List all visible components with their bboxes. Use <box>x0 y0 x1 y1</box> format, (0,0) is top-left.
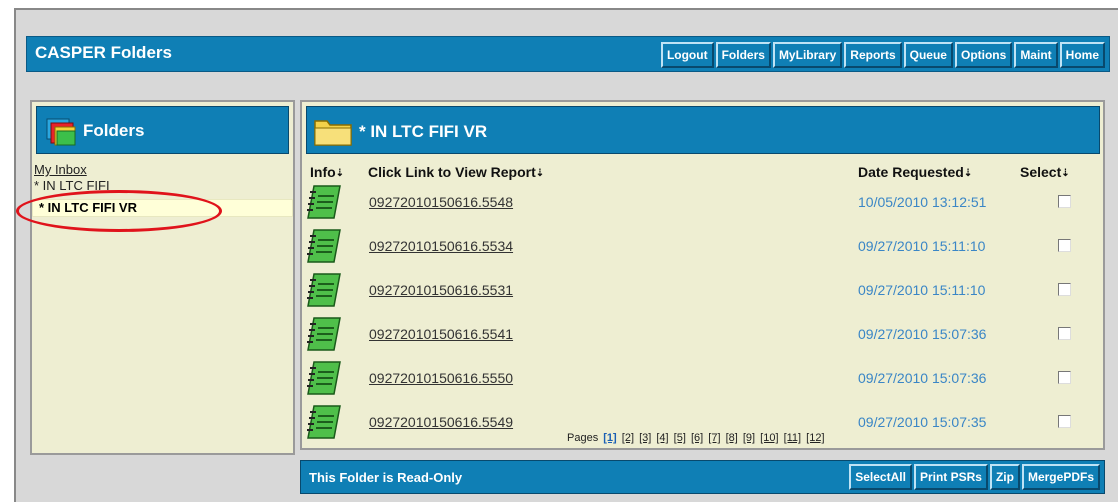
folder-icon <box>314 120 352 146</box>
page-link-4[interactable]: [4] <box>656 432 668 444</box>
select-checkbox[interactable] <box>1058 283 1071 296</box>
folders-panel: Folders My Inbox * IN LTC FIFI <box>30 100 295 455</box>
mylibrary-button[interactable]: MyLibrary <box>772 42 843 68</box>
page-link-8[interactable]: [8] <box>726 432 738 444</box>
folders-panel-title: Folders <box>83 121 145 140</box>
folder-title: * IN LTC FIFI VR <box>359 122 488 141</box>
sort-icon: ⇣ <box>963 167 973 179</box>
table-row: 09272010150616.5550 09/27/2010 15:07:36 <box>302 360 1103 396</box>
report-info-icon[interactable] <box>304 270 344 310</box>
page-link-10[interactable]: [10] <box>760 432 778 444</box>
read-only-status: This Folder is Read-Only <box>309 470 463 485</box>
merge-pdfs-button[interactable]: MergePDFs <box>1021 464 1100 490</box>
select-checkbox[interactable] <box>1058 195 1071 208</box>
sidebar-item-my-inbox[interactable]: My Inbox <box>34 162 87 177</box>
select-checkbox[interactable] <box>1058 239 1071 252</box>
top-bar: CASPER Folders Logout Folders MyLibrary … <box>26 36 1110 72</box>
pagination: Pages [1] [2] [3] [4] [5] [6] [7] [8] [9… <box>567 432 825 444</box>
queue-button[interactable]: Queue <box>903 42 953 68</box>
sort-icon: ⇣ <box>335 167 345 179</box>
sort-icon: ⇣ <box>535 167 545 179</box>
report-info-icon[interactable] <box>304 358 344 398</box>
report-link[interactable]: 09272010150616.5548 <box>369 194 513 210</box>
date-requested: 09/27/2010 15:11:10 <box>858 238 986 254</box>
date-requested: 09/27/2010 15:11:10 <box>858 282 986 298</box>
logout-button[interactable]: Logout <box>660 42 714 68</box>
home-button[interactable]: Home <box>1059 42 1105 68</box>
reports-button[interactable]: Reports <box>844 42 902 68</box>
sort-icon: ⇣ <box>1061 167 1070 179</box>
maint-button[interactable]: Maint <box>1014 42 1058 68</box>
report-link[interactable]: 09272010150616.5531 <box>369 282 513 298</box>
report-link[interactable]: 09272010150616.5534 <box>369 238 513 254</box>
page-link-1[interactable]: [1] <box>603 432 616 444</box>
page-link-12[interactable]: [12] <box>806 432 824 444</box>
footer-buttons: SelectAll Print PSRs Zip MergePDFs <box>849 464 1100 490</box>
page-link-5[interactable]: [5] <box>674 432 686 444</box>
report-info-icon[interactable] <box>304 226 344 266</box>
page-link-11[interactable]: [11] <box>784 432 802 444</box>
column-header-report[interactable]: Click Link to View Report⇣ <box>368 164 544 180</box>
nav-buttons: Logout Folders MyLibrary Reports Queue O… <box>660 42 1105 68</box>
date-requested: 09/27/2010 15:07:35 <box>858 414 987 430</box>
folders-button[interactable]: Folders <box>715 42 771 68</box>
app-title: CASPER Folders <box>35 43 172 62</box>
select-checkbox[interactable] <box>1058 415 1071 428</box>
page-link-3[interactable]: [3] <box>639 432 651 444</box>
zip-button[interactable]: Zip <box>989 464 1020 490</box>
page-link-7[interactable]: [7] <box>708 432 720 444</box>
sidebar-item-in-ltc-fifi-vr[interactable]: * IN LTC FIFI VR <box>32 199 293 217</box>
options-button[interactable]: Options <box>954 42 1013 68</box>
select-checkbox[interactable] <box>1058 371 1071 384</box>
column-header-info[interactable]: Info⇣ <box>310 164 344 180</box>
date-requested: 09/27/2010 15:07:36 <box>858 370 987 386</box>
table-row: 09272010150616.5548 10/05/2010 13:12:51 <box>302 184 1103 220</box>
sidebar-item-in-ltc-fifi[interactable]: * IN LTC FIFI <box>34 178 110 193</box>
pages-label: Pages <box>567 432 599 444</box>
folder-content-panel: * IN LTC FIFI VR Info⇣ Click Link to Vie… <box>300 100 1105 450</box>
report-info-icon[interactable] <box>304 314 344 354</box>
print-psrs-button[interactable]: Print PSRs <box>913 464 988 490</box>
date-requested: 09/27/2010 15:07:36 <box>858 326 987 342</box>
date-requested: 10/05/2010 13:12:51 <box>858 194 987 210</box>
page-link-2[interactable]: [2] <box>622 432 634 444</box>
report-link[interactable]: 09272010150616.5549 <box>369 414 513 430</box>
select-checkbox[interactable] <box>1058 327 1071 340</box>
folders-panel-header: Folders <box>36 106 289 154</box>
report-info-icon[interactable] <box>304 182 344 222</box>
column-header-date[interactable]: Date Requested⇣ <box>858 164 972 180</box>
folders-icon <box>46 118 76 146</box>
table-row: 09272010150616.5534 09/27/2010 15:11:10 <box>302 228 1103 264</box>
report-link[interactable]: 09272010150616.5541 <box>369 326 513 342</box>
column-header-select[interactable]: Select⇣ <box>1020 164 1070 180</box>
folder-header: * IN LTC FIFI VR <box>306 106 1100 154</box>
footer-bar: This Folder is Read-Only SelectAll Print… <box>300 460 1105 494</box>
report-link[interactable]: 09272010150616.5550 <box>369 370 513 386</box>
report-info-icon[interactable] <box>304 402 344 442</box>
select-all-button[interactable]: SelectAll <box>849 464 912 490</box>
page-link-9[interactable]: [9] <box>743 432 755 444</box>
page-link-6[interactable]: [6] <box>691 432 703 444</box>
table-row: 09272010150616.5531 09/27/2010 15:11:10 <box>302 272 1103 308</box>
table-row: 09272010150616.5541 09/27/2010 15:07:36 <box>302 316 1103 352</box>
